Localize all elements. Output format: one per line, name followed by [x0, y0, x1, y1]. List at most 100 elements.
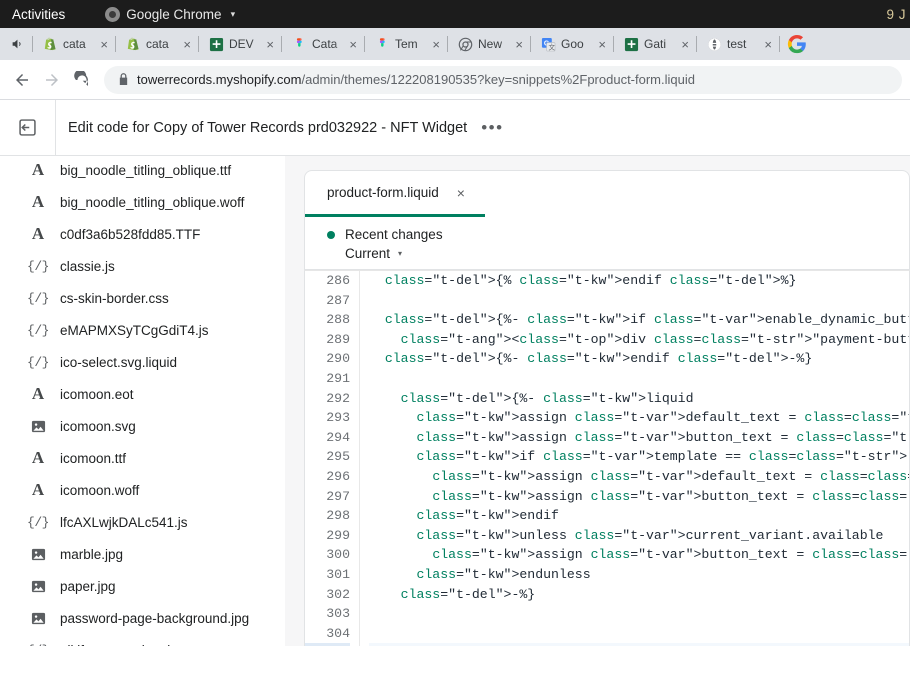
reload-button[interactable]: [68, 66, 96, 94]
file-list-item[interactable]: Aicomoon.eot: [0, 378, 285, 410]
browser-tab[interactable]: test ×: [699, 30, 777, 58]
code-line[interactable]: class="t-ang"><class="t-op">div class=cl…: [369, 330, 909, 350]
code-line[interactable]: class="t-kw">assign class="t-var">defaul…: [369, 467, 909, 487]
line-number: 302: [305, 585, 350, 605]
line-number: 301: [305, 565, 350, 585]
code-editor[interactable]: 2862872882892902912922932942952962972982…: [304, 270, 910, 646]
file-name: icomoon.ttf: [60, 451, 126, 466]
close-icon[interactable]: ×: [598, 38, 606, 51]
browser-tab[interactable]: Tem ×: [367, 30, 445, 58]
file-list-item[interactable]: {/}classie.js: [0, 250, 285, 282]
version-select[interactable]: Current ▾: [345, 246, 909, 261]
tab-title: cata: [63, 37, 95, 51]
globe-icon: [707, 37, 722, 52]
browser-tab[interactable]: Cata ×: [284, 30, 362, 58]
tab-title: New: [478, 37, 510, 51]
code-line[interactable]: class="t-kw">assign class="t-var">button…: [369, 487, 909, 507]
tab-audio-icon[interactable]: [4, 31, 30, 57]
close-icon[interactable]: ×: [515, 38, 523, 51]
close-icon[interactable]: ×: [764, 38, 772, 51]
close-icon[interactable]: ×: [432, 38, 440, 51]
line-number: 305: [305, 643, 350, 646]
line-number: 290: [305, 349, 350, 369]
browser-tab[interactable]: cata ×: [118, 30, 196, 58]
code-line[interactable]: class="t-kw">endunless: [369, 565, 909, 585]
file-list-item[interactable]: {/}qikify-tmenu-data.js: [0, 634, 285, 646]
editor-tab-product-form-liquid[interactable]: product-form.liquid ×: [305, 171, 485, 217]
address-bar[interactable]: towerrecords.myshopify.com/admin/themes/…: [104, 66, 902, 94]
file-list-item[interactable]: Aicomoon.ttf: [0, 442, 285, 474]
browser-tab[interactable]: New ×: [450, 30, 528, 58]
more-actions-button[interactable]: •••: [467, 119, 503, 136]
system-clock[interactable]: 9 J: [886, 0, 906, 28]
code-line[interactable]: [369, 624, 909, 644]
close-icon[interactable]: ×: [266, 38, 274, 51]
tab-divider: [530, 36, 531, 52]
app-menu-google-chrome[interactable]: Google Chrome ▾: [105, 7, 235, 22]
code-line[interactable]: class="t-kw">if class="t-var">template =…: [369, 447, 909, 467]
file-name: eMAPMXSyTCgGdiT4.js: [60, 323, 209, 338]
file-list-item[interactable]: {/}ico-select.svg.liquid: [0, 346, 285, 378]
code-file-icon: {/}: [28, 291, 48, 306]
code-line[interactable]: [369, 291, 909, 311]
code-line[interactable]: "t-attr">class"t-op">="t-ang"><"t-attr">…: [369, 643, 909, 646]
code-line[interactable]: class="t-kw">assign class="t-var">defaul…: [369, 408, 909, 428]
exit-to-app-icon[interactable]: [0, 100, 56, 156]
line-number: 292: [305, 389, 350, 409]
file-list-item[interactable]: Ac0df3a6b528fdd85.TTF: [0, 218, 285, 250]
code-line[interactable]: class="t-kw">unless class="t-var">curren…: [369, 526, 909, 546]
file-list-item[interactable]: Aicomoon.woff: [0, 474, 285, 506]
browser-tab[interactable]: G 文 Goo ×: [533, 30, 611, 58]
close-icon[interactable]: ×: [100, 38, 108, 51]
code-line[interactable]: class="t-del">{%- class="t-kw">endif cla…: [369, 349, 909, 369]
code-line[interactable]: class="t-kw">assign class="t-var">button…: [369, 428, 909, 448]
google-account-icon[interactable]: [786, 33, 808, 55]
code-line[interactable]: class="t-del">-%}: [369, 585, 909, 605]
activities-button[interactable]: Activities: [0, 7, 75, 22]
code-line[interactable]: class="t-del">{%- class="t-kw">if class=…: [369, 310, 909, 330]
file-list-item[interactable]: paper.jpg: [0, 570, 285, 602]
forward-button[interactable]: [38, 66, 66, 94]
close-icon[interactable]: ×: [681, 38, 689, 51]
file-name: icomoon.svg: [60, 419, 136, 434]
code-file-icon: {/}: [28, 355, 48, 370]
line-number: 297: [305, 487, 350, 507]
close-icon[interactable]: ×: [183, 38, 191, 51]
figma-icon: [292, 37, 307, 52]
back-button[interactable]: [8, 66, 36, 94]
line-number: 304: [305, 624, 350, 644]
image-file-icon: [28, 579, 48, 594]
file-list-item[interactable]: marble.jpg: [0, 538, 285, 570]
file-list-item[interactable]: icomoon.svg: [0, 410, 285, 442]
line-number: 291: [305, 369, 350, 389]
code-content[interactable]: class="t-del">{% class="t-kw">endif clas…: [360, 271, 909, 646]
page-title: Edit code for Copy of Tower Records prd0…: [56, 120, 467, 136]
file-list-item[interactable]: password-page-background.jpg: [0, 602, 285, 634]
desktop-top-bar: Activities Google Chrome ▾ 9 J: [0, 0, 910, 28]
file-list-item[interactable]: Abig_noodle_titling_oblique.woff: [0, 186, 285, 218]
close-icon[interactable]: ×: [349, 38, 357, 51]
code-editor-pane: product-form.liquid × Recent changes Cur…: [285, 156, 910, 646]
close-icon[interactable]: ×: [457, 185, 465, 201]
code-line[interactable]: class="t-del">{%- class="t-kw">liquid: [369, 389, 909, 409]
code-line[interactable]: [369, 369, 909, 389]
code-line[interactable]: [369, 604, 909, 624]
editor-workspace: Abig_noodle_titling_oblique.ttfAbig_nood…: [0, 156, 910, 646]
status-dot-icon: [327, 231, 335, 239]
browser-tab[interactable]: cata ×: [35, 30, 113, 58]
file-list-item[interactable]: {/}cs-skin-border.css: [0, 282, 285, 314]
browser-tab[interactable]: Gati ×: [616, 30, 694, 58]
tab-divider: [32, 36, 33, 52]
code-line[interactable]: class="t-kw">endif: [369, 506, 909, 526]
code-line[interactable]: class="t-del">{% class="t-kw">endif clas…: [369, 271, 909, 291]
theme-file-sidebar: Abig_noodle_titling_oblique.ttfAbig_nood…: [0, 156, 285, 646]
browser-tab[interactable]: DEV ×: [201, 30, 279, 58]
tab-divider: [779, 36, 780, 52]
browser-tab-strip: cata × cata × DEV × Cata ×: [0, 28, 910, 60]
file-list-item[interactable]: {/}lfcAXLwjkDALc541.js: [0, 506, 285, 538]
file-list-item[interactable]: {/}eMAPMXSyTCgGdiT4.js: [0, 314, 285, 346]
chevron-down-icon: ▾: [398, 249, 402, 258]
file-list-item[interactable]: Abig_noodle_titling_oblique.ttf: [0, 156, 285, 186]
code-line[interactable]: class="t-kw">assign class="t-var">button…: [369, 545, 909, 565]
file-name: paper.jpg: [60, 579, 116, 594]
